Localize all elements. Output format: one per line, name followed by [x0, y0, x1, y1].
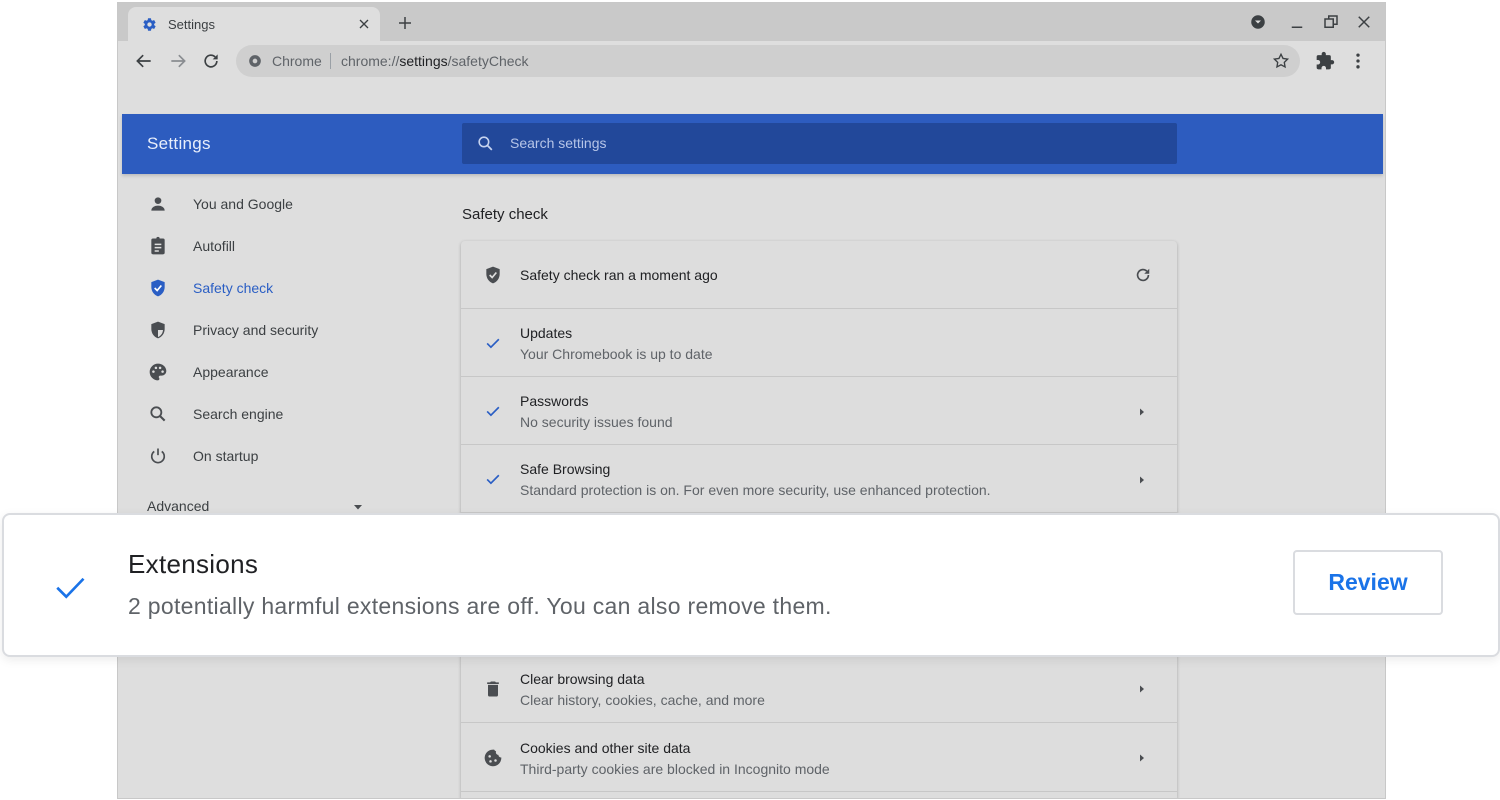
- sidebar-item-safety-check[interactable]: Safety check: [122, 267, 432, 309]
- trash-icon: [487, 681, 499, 697]
- list-item-passwords[interactable]: Passwords No security issues found: [461, 377, 1177, 445]
- chrome-icon: [249, 55, 261, 67]
- safety-check-status-row: Safety check ran a moment ago: [461, 241, 1177, 309]
- shield-check-icon: [151, 279, 165, 297]
- extensions-callout: Extensions 2 potentially harmful extensi…: [2, 513, 1500, 657]
- sidebar-item-label: Safety check: [193, 280, 274, 296]
- row-title: Clear browsing data: [520, 671, 645, 687]
- settings-header: Settings: [122, 114, 1383, 174]
- forward-icon[interactable]: [168, 51, 188, 71]
- search-input[interactable]: [510, 132, 1110, 154]
- arrow-right-icon[interactable]: [1137, 475, 1147, 485]
- back-icon[interactable]: [134, 51, 154, 71]
- cookie-icon: [484, 749, 502, 767]
- extensions-title: Extensions: [128, 549, 259, 579]
- address-bar[interactable]: Chrome chrome://settings/safetyCheck: [236, 45, 1300, 77]
- row-subtitle: Clear history, cookies, cache, and more: [520, 692, 765, 708]
- list-item-safe-browsing[interactable]: Safe Browsing Standard protection is on.…: [461, 445, 1177, 513]
- extensions-subtitle: 2 potentially harmful extensions are off…: [128, 593, 832, 619]
- refresh-icon[interactable]: [1133, 265, 1153, 285]
- row-subtitle: Standard protection is on. For even more…: [520, 482, 991, 498]
- check-icon: [486, 338, 500, 349]
- sidebar-item-search-engine[interactable]: Search engine: [122, 393, 432, 435]
- review-button[interactable]: Review: [1293, 550, 1443, 615]
- person-icon: [151, 197, 165, 211]
- list-item-updates: Updates Your Chromebook is up to date: [461, 309, 1177, 377]
- plus-icon[interactable]: [396, 14, 414, 32]
- list-item-cookies[interactable]: Cookies and other site data Third-party …: [461, 723, 1177, 792]
- row-subtitle: No security issues found: [520, 414, 673, 430]
- search-icon: [478, 136, 493, 151]
- sidebar-item-appearance[interactable]: Appearance: [122, 351, 432, 393]
- sidebar-item-autofill[interactable]: Autofill: [122, 225, 432, 267]
- sidebar: You and Google Autofill Safety check Pri…: [122, 174, 452, 514]
- page-title: Safety check: [462, 206, 548, 223]
- shield-half-icon: [151, 321, 165, 339]
- row-subtitle: Third-party cookies are blocked in Incog…: [520, 761, 830, 777]
- close-window-icon[interactable]: [1355, 13, 1373, 31]
- restore-icon[interactable]: [1322, 13, 1340, 31]
- tab-search-icon[interactable]: [1249, 13, 1267, 31]
- sidebar-item-label: Appearance: [193, 364, 269, 380]
- search-box[interactable]: [462, 123, 1177, 164]
- star-icon[interactable]: [1272, 52, 1290, 70]
- arrow-right-icon[interactable]: [1137, 753, 1147, 763]
- row-title: Safe Browsing: [520, 461, 611, 477]
- sidebar-item-label: Search engine: [193, 406, 284, 422]
- shield-icon: [486, 266, 500, 284]
- advanced-toggle[interactable]: Advanced: [147, 498, 209, 514]
- row-title: Cookies and other site data: [520, 740, 691, 756]
- check-icon: [486, 474, 500, 485]
- url-text: chrome://settings/safetyCheck: [341, 53, 529, 69]
- tab-strip: Settings: [118, 3, 1385, 41]
- sidebar-item-label: On startup: [193, 448, 259, 464]
- gear-icon: [143, 18, 156, 31]
- browser-toolbar: Chrome chrome://settings/safetyCheck: [118, 41, 1385, 81]
- tab-title: Settings: [168, 17, 215, 32]
- browser-window: Settings Chrome chrome://settings/safety…: [117, 2, 1386, 799]
- tab-settings[interactable]: Settings: [128, 7, 380, 41]
- arrow-right-icon[interactable]: [1137, 684, 1147, 694]
- menu-dots-icon[interactable]: [1348, 51, 1368, 71]
- caret-down-icon[interactable]: [352, 501, 364, 513]
- minimize-icon[interactable]: [1288, 13, 1306, 31]
- reload-icon[interactable]: [201, 51, 221, 71]
- sidebar-item-label: Privacy and security: [193, 322, 319, 338]
- sidebar-item-label: Autofill: [193, 238, 236, 254]
- close-icon[interactable]: [356, 16, 372, 32]
- settings-heading: Settings: [147, 134, 211, 153]
- power-icon: [150, 448, 166, 464]
- sidebar-item-privacy-and-security[interactable]: Privacy and security: [122, 309, 432, 351]
- arrow-right-icon[interactable]: [1137, 407, 1147, 417]
- check-icon: [56, 577, 85, 599]
- clipboard-icon: [151, 236, 165, 255]
- omnibox-separator: [330, 53, 331, 69]
- sidebar-item-label: You and Google: [193, 196, 293, 212]
- row-title: Passwords: [520, 393, 589, 409]
- omnibox-chip: Chrome: [272, 53, 322, 69]
- search-icon: [150, 406, 166, 422]
- extensions-icon[interactable]: [1315, 51, 1335, 71]
- check-icon: [486, 406, 500, 417]
- sidebar-item-you-and-google[interactable]: You and Google: [122, 183, 432, 225]
- status-text: Safety check ran a moment ago: [520, 267, 718, 283]
- list-item-clear-browsing-data[interactable]: Clear browsing data Clear history, cooki…: [461, 654, 1177, 723]
- row-title: Updates: [520, 325, 573, 341]
- row-subtitle: Your Chromebook is up to date: [520, 346, 713, 362]
- sidebar-item-on-startup[interactable]: On startup: [122, 435, 432, 477]
- palette-icon: [149, 363, 167, 381]
